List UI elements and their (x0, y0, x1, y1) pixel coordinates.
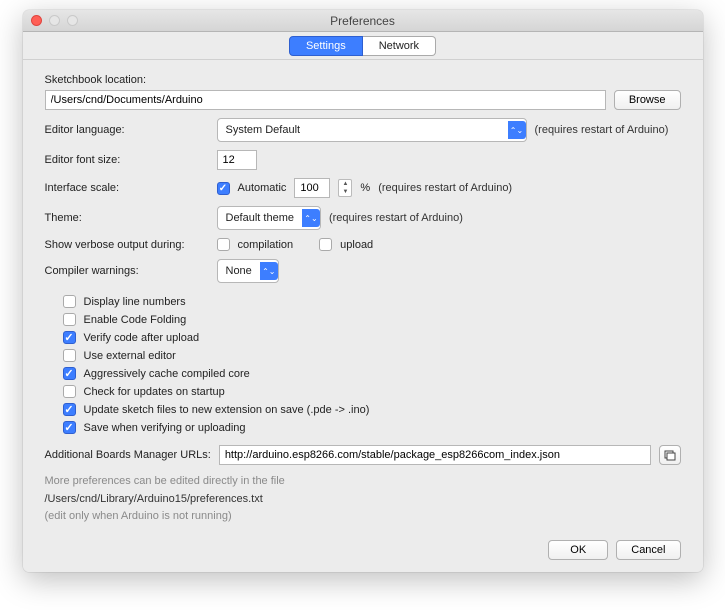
scale-restart-note: (requires restart of Arduino) (378, 182, 512, 194)
option-row: Display line numbers (45, 295, 681, 308)
addurls-input[interactable] (219, 445, 651, 465)
fontsize-label: Editor font size: (45, 154, 209, 166)
scale-label: Interface scale: (45, 182, 209, 194)
sketchbook-label: Sketchbook location: (45, 74, 147, 86)
option-label: Aggressively cache compiled core (84, 368, 250, 380)
tab-settings[interactable]: Settings (289, 36, 363, 56)
addurls-label: Additional Boards Manager URLs: (45, 449, 211, 461)
tab-bar: Settings Network (23, 32, 703, 60)
theme-restart-note: (requires restart of Arduino) (329, 212, 463, 224)
preferences-window: Preferences Settings Network Sketchbook … (23, 10, 703, 572)
chevron-updown-icon: ⌃⌄ (260, 262, 278, 280)
option-label: Verify code after upload (84, 332, 200, 344)
warnings-label: Compiler warnings: (45, 265, 209, 277)
sketchbook-path-input[interactable] (45, 90, 606, 110)
option-row: Use external editor (45, 349, 681, 362)
compilation-checkbox[interactable] (217, 238, 230, 251)
titlebar: Preferences (23, 10, 703, 32)
option-row: Update sketch files to new extension on … (45, 403, 681, 416)
language-select[interactable]: System Default ⌃⌄ (217, 118, 527, 142)
option-row: Verify code after upload (45, 331, 681, 344)
option-checkbox-2[interactable] (63, 331, 76, 344)
ok-button[interactable]: OK (548, 540, 608, 560)
option-row: Aggressively cache compiled core (45, 367, 681, 380)
option-label: Update sketch files to new extension on … (84, 404, 370, 416)
option-label: Enable Code Folding (84, 314, 187, 326)
option-row: Enable Code Folding (45, 313, 681, 326)
fontsize-input[interactable] (217, 150, 257, 170)
verbose-label: Show verbose output during: (45, 239, 209, 251)
chevron-updown-icon: ⌃⌄ (508, 121, 526, 139)
window-title: Preferences (23, 14, 703, 28)
option-checkbox-1[interactable] (63, 313, 76, 326)
percent-label: % (360, 182, 370, 194)
option-checkbox-5[interactable] (63, 385, 76, 398)
content: Sketchbook location: Browse Editor langu… (23, 60, 703, 572)
option-checkbox-0[interactable] (63, 295, 76, 308)
window-icon (664, 449, 676, 461)
scale-stepper[interactable]: ▲▼ (338, 179, 352, 197)
option-checkbox-4[interactable] (63, 367, 76, 380)
footer-path: /Users/cnd/Library/Arduino15/preferences… (45, 491, 681, 509)
upload-checkbox[interactable] (319, 238, 332, 251)
language-restart-note: (requires restart of Arduino) (535, 124, 669, 136)
warnings-select[interactable]: None ⌃⌄ (217, 259, 279, 283)
chevron-updown-icon: ⌃⌄ (302, 209, 320, 227)
language-label: Editor language: (45, 124, 209, 136)
compilation-label: compilation (238, 239, 294, 251)
option-label: Display line numbers (84, 296, 186, 308)
footer-note: More preferences can be edited directly … (45, 473, 681, 526)
option-checkbox-7[interactable] (63, 421, 76, 434)
option-label: Save when verifying or uploading (84, 422, 246, 434)
automatic-label: Automatic (238, 182, 287, 194)
warnings-value: None (226, 265, 252, 277)
theme-select[interactable]: Default theme ⌃⌄ (217, 206, 321, 230)
theme-value: Default theme (226, 212, 294, 224)
footer-line2: (edit only when Arduino is not running) (45, 508, 681, 526)
footer-line1: More preferences can be edited directly … (45, 473, 681, 491)
language-value: System Default (226, 124, 500, 136)
option-checkbox-3[interactable] (63, 349, 76, 362)
browse-button[interactable]: Browse (614, 90, 681, 110)
option-checkbox-6[interactable] (63, 403, 76, 416)
option-row: Check for updates on startup (45, 385, 681, 398)
theme-label: Theme: (45, 212, 209, 224)
tab-network[interactable]: Network (363, 36, 436, 56)
option-label: Use external editor (84, 350, 176, 362)
scale-input[interactable] (294, 178, 330, 198)
automatic-checkbox[interactable] (217, 182, 230, 195)
upload-label: upload (340, 239, 373, 251)
option-label: Check for updates on startup (84, 386, 225, 398)
option-row: Save when verifying or uploading (45, 421, 681, 434)
cancel-button[interactable]: Cancel (616, 540, 680, 560)
expand-urls-button[interactable] (659, 445, 681, 465)
